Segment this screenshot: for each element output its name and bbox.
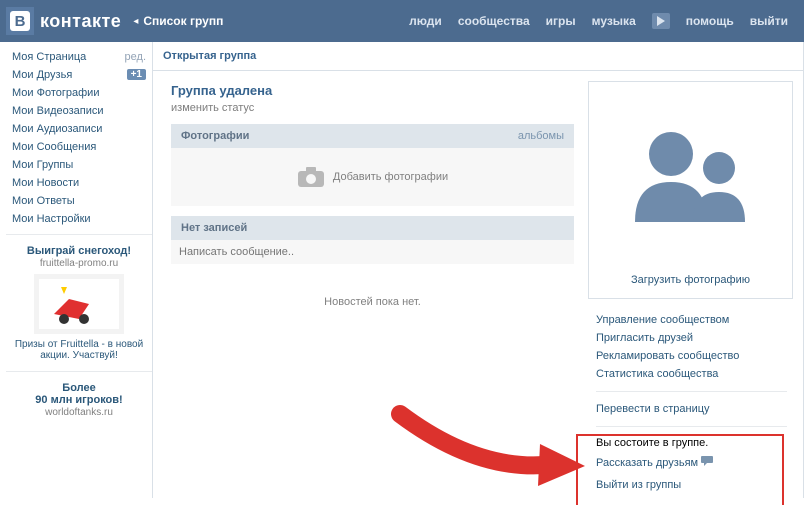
vk-logo[interactable]: B	[6, 7, 34, 35]
sidebar-item-answers[interactable]: Мои Ответы	[6, 192, 152, 210]
nav-people[interactable]: люди	[409, 14, 442, 28]
speech-bubble-icon	[701, 456, 713, 466]
tell-friends-link[interactable]: Рассказать друзьям	[596, 453, 787, 472]
posts-section: Нет записей	[171, 216, 574, 264]
sidebar-edit[interactable]: ред.	[125, 51, 146, 63]
page-header: Открытая группа	[153, 42, 803, 70]
add-photos-label: Добавить фотографии	[333, 171, 448, 183]
upload-photo-link[interactable]: Загрузить фотографию	[631, 264, 750, 298]
sidebar-item-settings[interactable]: Мои Настройки	[6, 210, 152, 228]
photos-heading: Фотографии	[181, 130, 249, 142]
avatar-placeholder-icon	[589, 82, 792, 264]
nav-communities[interactable]: сообщества	[458, 14, 530, 28]
nav-music[interactable]: музыка	[592, 14, 636, 28]
play-icon[interactable]	[652, 13, 670, 29]
sidebar-item-messages[interactable]: Мои Сообщения	[6, 138, 152, 156]
ad1-domain: fruittella-promo.ru	[12, 258, 146, 269]
svg-text:B: B	[15, 13, 26, 30]
camera-icon	[297, 166, 325, 188]
top-bar: B контакте ◂ Список групп люди сообществ…	[0, 0, 804, 42]
group-title: Группа удалена	[171, 81, 574, 98]
sidebar-item-videos[interactable]: Мои Видеозаписи	[6, 102, 152, 120]
no-news-label: Новостей пока нет.	[171, 274, 574, 330]
posts-heading: Нет записей	[181, 222, 247, 234]
leave-group-link[interactable]: Выйти из группы	[596, 476, 787, 494]
ad1-text: Призы от Fruittella - в новой акции. Уча…	[12, 339, 146, 361]
ad1-title: Выиграй снегоход!	[12, 245, 146, 257]
photos-section: Фотографии альбомы Добавить фотографии	[171, 124, 574, 206]
nav-help[interactable]: помощь	[686, 14, 734, 28]
stats-link[interactable]: Статистика сообщества	[596, 365, 787, 383]
sidebar-item-audio[interactable]: Мои Аудиозаписи	[6, 120, 152, 138]
ad2-domain: worldoftanks.ru	[12, 407, 146, 418]
membership-label: Вы состоите в группе.	[596, 435, 787, 453]
back-chevron-icon[interactable]: ◂	[133, 16, 138, 27]
sidebar-item-groups[interactable]: Мои Группы	[6, 156, 152, 174]
ad-block-1[interactable]: Выиграй снегоход! fruittella-promo.ru Пр…	[6, 241, 152, 365]
sidebar-item-friends[interactable]: Мои Друзья+1	[6, 66, 152, 84]
ad1-image	[34, 274, 124, 334]
main-column: Открытая группа Группа удалена изменить …	[152, 42, 804, 498]
post-input[interactable]	[171, 240, 574, 264]
ad2-title: Более	[12, 382, 146, 394]
right-panel: Загрузить фотографию Управление сообщест…	[588, 81, 793, 498]
brand-text: контакте	[40, 11, 121, 32]
breadcrumb[interactable]: Список групп	[143, 14, 223, 28]
left-sidebar: Моя Страницаред. Мои Друзья+1 Мои Фотогр…	[0, 42, 152, 498]
nav-logout[interactable]: выйти	[750, 14, 788, 28]
sidebar-item-mypage[interactable]: Моя Страницаред.	[6, 48, 152, 66]
group-avatar: Загрузить фотографию	[588, 81, 793, 299]
change-status-link[interactable]: изменить статус	[171, 102, 574, 114]
ad2-subtitle: 90 млн игроков!	[12, 394, 146, 406]
advertise-link[interactable]: Рекламировать сообщество	[596, 347, 787, 365]
ad-block-2[interactable]: Более 90 млн игроков! worldoftanks.ru	[6, 378, 152, 422]
sidebar-item-news[interactable]: Мои Новости	[6, 174, 152, 192]
manage-community-link[interactable]: Управление сообществом	[596, 311, 787, 329]
albums-link[interactable]: альбомы	[518, 130, 564, 142]
sidebar-item-photos[interactable]: Мои Фотографии	[6, 84, 152, 102]
invite-friends-link[interactable]: Пригласить друзей	[596, 329, 787, 347]
friends-badge: +1	[127, 69, 146, 80]
nav-games[interactable]: игры	[546, 14, 576, 28]
convert-to-page-link[interactable]: Перевести в страницу	[596, 400, 787, 418]
add-photos-button[interactable]: Добавить фотографии	[171, 148, 574, 206]
